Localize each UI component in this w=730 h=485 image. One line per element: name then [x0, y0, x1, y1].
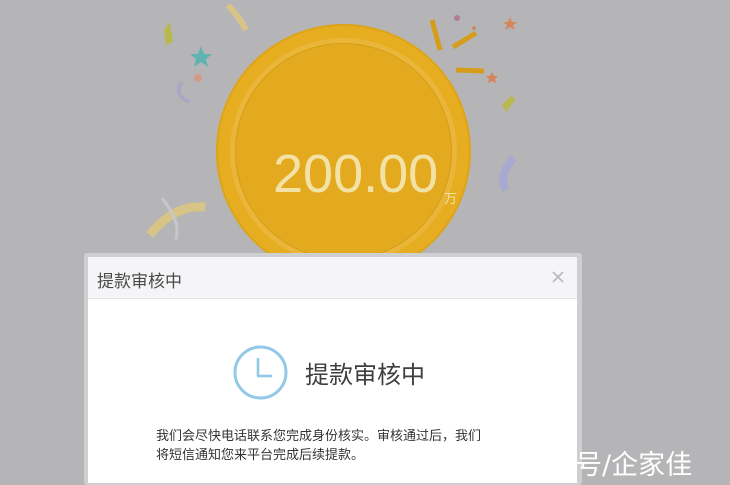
close-icon[interactable]: [550, 269, 566, 285]
clock-icon: [233, 345, 288, 400]
review-message-line: 我们会尽快电话联系您完成身份核实。审核通过后，我们: [156, 429, 482, 444]
dialog-title: 提款审核中: [97, 272, 182, 292]
reward-amount: 200.00: [273, 144, 439, 204]
confetti-dot: [194, 74, 202, 82]
reward-coin: 200.00 万: [216, 24, 471, 279]
dialog-body: 提款审核中 提款审核中 我们会尽快电话联系您完成身份核实。审核通过后，我们 将短…: [88, 257, 577, 483]
dimmed-background: 200.00 万 提款审核中 提款审核中 我们会尽快电话联系您完成身份核实。审核…: [0, 0, 730, 485]
confetti-piece: [451, 30, 478, 50]
confetti-star: [190, 46, 212, 67]
review-message: 我们会尽快电话联系您完成身份核实。审核通过后，我们 将短信通知您来平台完成后续提…: [156, 427, 526, 465]
confetti-piece: [176, 80, 191, 104]
confetti-piece: [225, 3, 249, 32]
confetti-piece: [499, 155, 517, 193]
confetti-piece: [455, 67, 485, 74]
confetti-piece: [164, 22, 173, 45]
confetti-star: [486, 72, 498, 83]
confetti-dot: [472, 26, 476, 30]
reward-unit: 万: [444, 192, 458, 207]
review-message-line: 将短信通知您来平台完成后续提款。: [156, 448, 365, 463]
watermark-text: 家号/企家佳: [548, 450, 693, 481]
coin-face: 200.00 万: [235, 43, 457, 260]
status-label: 提款审核中: [305, 361, 425, 389]
dialog-header: 提款审核中: [88, 257, 577, 299]
withdrawal-review-dialog: 提款审核中 提款审核中 我们会尽快电话联系您完成身份核实。审核通过后，我们 将短…: [84, 253, 582, 485]
confetti-piece: [502, 95, 515, 112]
confetti-star: [503, 17, 517, 30]
confetti-piece: [429, 19, 443, 51]
confetti-dot: [454, 15, 460, 21]
